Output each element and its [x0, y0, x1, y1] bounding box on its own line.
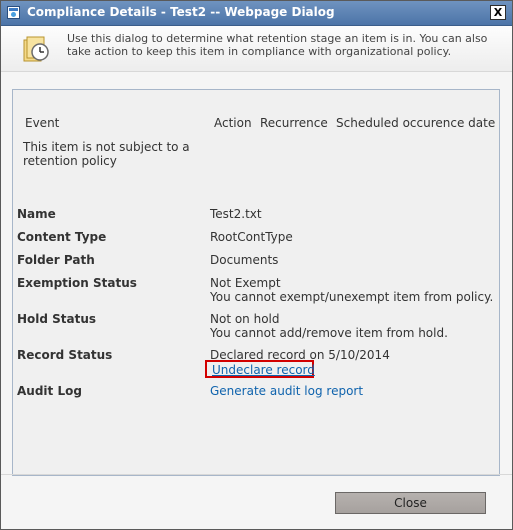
undeclare-highlight-box: Undeclare record — [205, 360, 315, 378]
column-header-recurrence: Recurrence — [260, 116, 328, 130]
banner-description: Use this dialog to determine what retent… — [67, 32, 488, 58]
name-label: Name — [17, 207, 56, 221]
generate-audit-log-link[interactable]: Generate audit log report — [210, 384, 363, 398]
footer-divider — [1, 474, 512, 475]
window-title: Compliance Details - Test2 -- Webpage Di… — [27, 5, 335, 19]
ie-page-icon — [7, 6, 20, 19]
exemption-status-value: Not Exempt — [210, 276, 281, 290]
exemption-status-note: You cannot exempt/unexempt item from pol… — [210, 290, 494, 304]
folder-path-value: Documents — [210, 253, 279, 267]
exemption-status-label: Exemption Status — [17, 276, 137, 290]
title-bar[interactable]: Compliance Details - Test2 -- Webpage Di… — [1, 1, 512, 26]
compliance-clock-icon — [23, 36, 49, 62]
dialog-window: Compliance Details - Test2 -- Webpage Di… — [0, 0, 513, 530]
hold-status-note: You cannot add/remove item from hold. — [210, 326, 448, 340]
column-header-action: Action — [214, 116, 252, 130]
audit-log-label: Audit Log — [17, 384, 82, 398]
info-banner: Use this dialog to determine what retent… — [1, 26, 512, 72]
content-type-value: RootContType — [210, 230, 293, 244]
column-header-event: Event — [25, 116, 60, 130]
dialog-content: Use this dialog to determine what retent… — [1, 26, 512, 529]
no-retention-policy-message: This item is not subject to a retention … — [23, 140, 190, 168]
name-value: Test2.txt — [210, 207, 262, 221]
close-button[interactable]: Close — [335, 492, 486, 514]
undeclare-record-link[interactable]: Undeclare record — [212, 363, 315, 377]
hold-status-label: Hold Status — [17, 312, 97, 326]
details-panel: Event Action Recurrence Scheduled occure… — [12, 89, 500, 476]
folder-path-label: Folder Path — [17, 253, 95, 267]
column-header-scheduled-date: Scheduled occurence date — [336, 116, 496, 130]
record-status-label: Record Status — [17, 348, 113, 362]
content-type-label: Content Type — [17, 230, 107, 244]
hold-status-value: Not on hold — [210, 312, 280, 326]
window-close-button[interactable]: X — [490, 5, 506, 20]
